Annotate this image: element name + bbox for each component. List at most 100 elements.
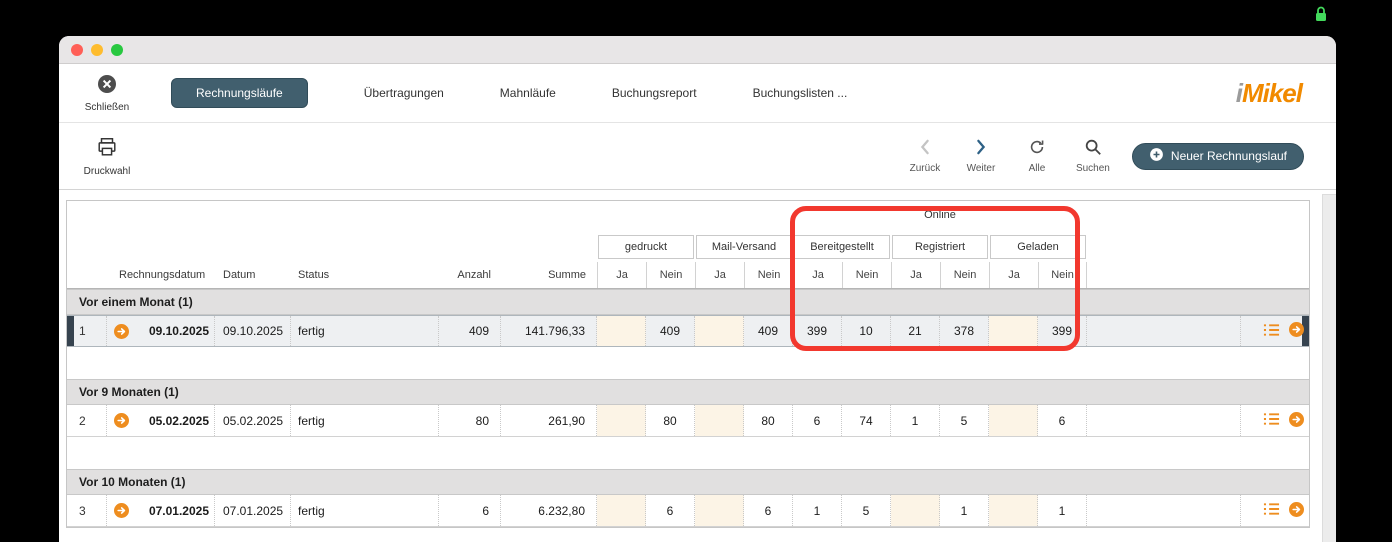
- table-row[interactable]: 1 09.10.2025 09.10.2025 fertig 409 141.7…: [67, 315, 1309, 347]
- section-gap: [67, 437, 1309, 469]
- all-label: Alle: [1028, 163, 1046, 174]
- table-row[interactable]: 3 07.01.2025 07.01.2025 fertig 6 6.232,8…: [67, 495, 1309, 527]
- cell-geladen-ja: [989, 316, 1038, 346]
- group-header-geladen: Geladen: [990, 235, 1086, 259]
- row-actions: [1241, 495, 1311, 526]
- cell-bereitgestellt-ja: 6: [793, 405, 842, 436]
- close-button[interactable]: Schließen: [79, 74, 135, 113]
- cell-registriert-nein: 378: [940, 316, 989, 346]
- col-header-actions: [1241, 262, 1311, 288]
- col-header-registriert-nein: Nein: [940, 262, 989, 288]
- cell-status: fertig: [291, 405, 439, 436]
- tab-bar: Rechnungsläufe Übertragungen Mahnläufe B…: [171, 78, 847, 108]
- all-button[interactable]: Alle: [1014, 138, 1060, 174]
- titlebar: [59, 36, 1336, 64]
- table-header: Online gedruckt Mail-Versand Bereitgeste…: [67, 201, 1309, 289]
- cell-bereitgestellt-nein: 5: [842, 495, 891, 526]
- row-list-button[interactable]: [1263, 502, 1280, 519]
- group-header-gedruckt: gedruckt: [598, 235, 694, 259]
- row-list-button[interactable]: [1263, 412, 1280, 429]
- col-header-filler: [1087, 262, 1241, 288]
- section-header: Vor einem Monat (1): [67, 289, 1309, 315]
- row-list-button[interactable]: [1263, 323, 1280, 340]
- cell-datum: 05.02.2025: [215, 405, 291, 436]
- plus-circle-icon: [1149, 147, 1164, 165]
- minimize-window-button[interactable]: [91, 43, 103, 56]
- cell-rechnungsdatum: 07.01.2025: [135, 495, 215, 526]
- col-header-bereitgestellt-ja: Ja: [793, 262, 842, 288]
- back-button[interactable]: Zurück: [902, 138, 948, 174]
- cell-geladen-nein: 1: [1038, 495, 1087, 526]
- new-rechnungslauf-button[interactable]: Neuer Rechnungslauf: [1131, 142, 1304, 170]
- cell-registriert-ja: 21: [891, 316, 940, 346]
- cell-anzahl: 80: [439, 405, 501, 436]
- druckwahl-button[interactable]: Druckwahl: [79, 136, 135, 177]
- logo-mikel: Mikel: [1241, 77, 1303, 108]
- tab-buchungslisten[interactable]: Buchungslisten ...: [753, 86, 848, 100]
- column-header-row: Rechnungsdatum Datum Status Anzahl Summe…: [67, 262, 1309, 288]
- open-row-button[interactable]: [107, 316, 135, 346]
- cell-mail-ja: [695, 495, 744, 526]
- col-header-mail-nein: Nein: [744, 262, 793, 288]
- group-header-registriert: Registriert: [892, 235, 988, 259]
- col-header-anzahl: Anzahl: [457, 269, 491, 281]
- row-open-button[interactable]: [1289, 411, 1304, 430]
- forward-label: Weiter: [966, 163, 996, 174]
- cell-mail-ja: [695, 405, 744, 436]
- cell-geladen-nein: 399: [1038, 316, 1087, 346]
- tab-mahnlaeufe[interactable]: Mahnläufe: [500, 86, 556, 100]
- row-number: 3: [67, 495, 107, 526]
- cell-datum: 07.01.2025: [215, 495, 291, 526]
- tab-rechnungslaeufe[interactable]: Rechnungsläufe: [171, 78, 308, 108]
- open-row-button[interactable]: [107, 495, 135, 526]
- cell-bereitgestellt-nein: 10: [842, 316, 891, 346]
- row-open-button[interactable]: [1289, 322, 1304, 340]
- col-header-spacer: [67, 262, 119, 288]
- vertical-scrollbar[interactable]: [1322, 194, 1336, 542]
- table-row[interactable]: 2 05.02.2025 05.02.2025 fertig 80 261,90…: [67, 405, 1309, 437]
- druckwahl-label: Druckwahl: [83, 165, 131, 177]
- back-label: Zurück: [909, 163, 941, 174]
- main-toolbar: Schließen Rechnungsläufe Übertragungen M…: [59, 64, 1336, 122]
- imikel-logo: iMikel: [1236, 77, 1303, 109]
- group-header-mail-versand: Mail-Versand: [696, 235, 792, 259]
- tab-uebertragungen[interactable]: Übertragungen: [364, 86, 444, 100]
- cell-gedruckt-nein: 409: [646, 316, 695, 346]
- cell-filler: [1087, 405, 1241, 436]
- col-header-summe: Summe: [548, 269, 586, 281]
- printer-icon: [96, 136, 118, 163]
- search-label: Suchen: [1075, 163, 1110, 174]
- cell-registriert-nein: 5: [940, 405, 989, 436]
- cell-rechnungsdatum: 09.10.2025: [135, 316, 215, 346]
- nav-cluster: Zurück Weiter Alle Suchen: [902, 138, 1116, 174]
- cell-summe: 141.796,33: [501, 316, 597, 346]
- col-header-bereitgestellt-nein: Nein: [842, 262, 891, 288]
- zoom-window-button[interactable]: [111, 43, 123, 56]
- cell-geladen-ja: [989, 495, 1038, 526]
- close-window-button[interactable]: [71, 43, 83, 56]
- tab-buchungsreport[interactable]: Buchungsreport: [612, 86, 697, 100]
- cell-mail-nein: 80: [744, 405, 793, 436]
- row-actions: [1241, 316, 1311, 346]
- open-row-button[interactable]: [107, 405, 135, 436]
- row-actions: [1241, 405, 1311, 436]
- cell-gedruckt-ja: [597, 405, 646, 436]
- cell-status: fertig: [291, 495, 439, 526]
- forward-button[interactable]: Weiter: [958, 138, 1004, 174]
- search-button[interactable]: Suchen: [1070, 138, 1116, 174]
- section-header: Vor 10 Monaten (1): [67, 469, 1309, 495]
- cell-filler: [1087, 495, 1241, 526]
- rechnungslaeufe-table: Online gedruckt Mail-Versand Bereitgeste…: [66, 200, 1310, 528]
- col-header-gedruckt-nein: Nein: [646, 262, 695, 288]
- cell-mail-nein: 409: [744, 316, 793, 346]
- cell-registriert-ja: 1: [891, 405, 940, 436]
- action-toolbar: Druckwahl Zurück Weiter Alle Suchen Neue…: [59, 122, 1336, 190]
- cell-mail-nein: 6: [744, 495, 793, 526]
- col-header-geladen-nein: Nein: [1038, 262, 1087, 288]
- cell-summe: 6.232,80: [501, 495, 597, 526]
- row-open-button[interactable]: [1289, 501, 1304, 520]
- close-button-label: Schließen: [84, 101, 130, 113]
- cell-bereitgestellt-ja: 399: [793, 316, 842, 346]
- lock-icon: [1314, 5, 1328, 28]
- cell-anzahl: 409: [439, 316, 501, 346]
